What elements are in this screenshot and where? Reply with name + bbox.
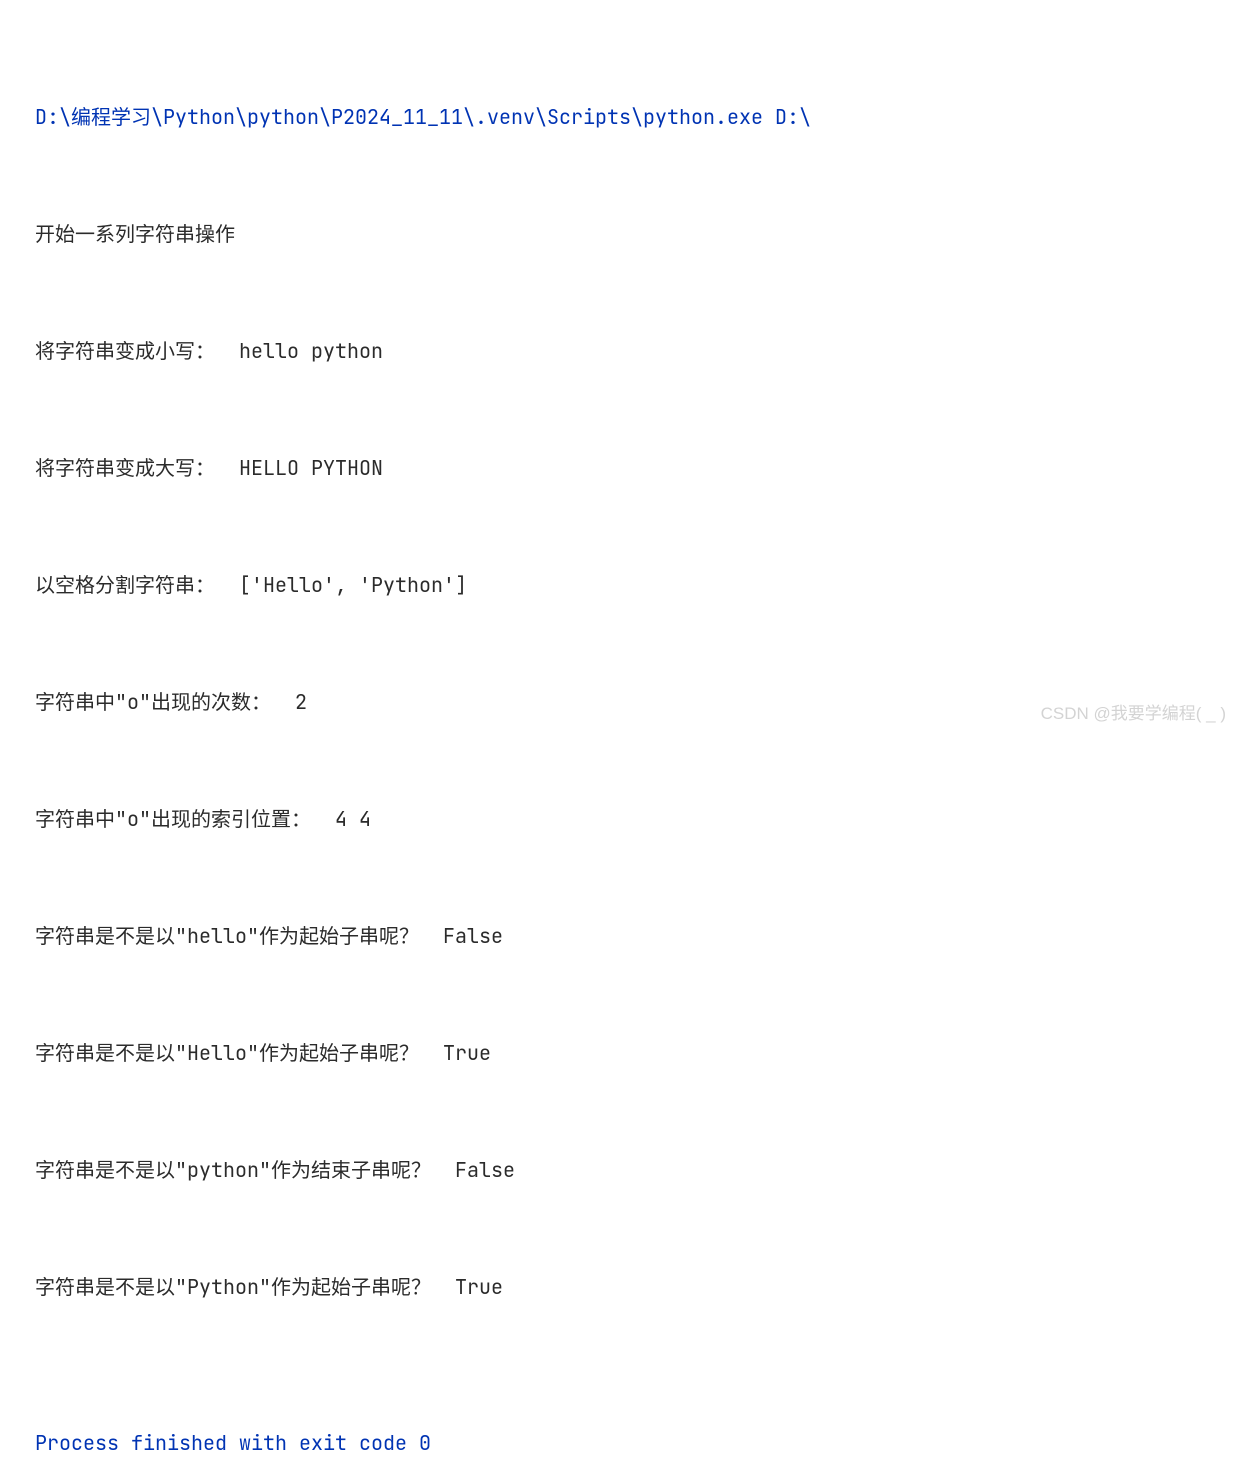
output-line-6: 字符串中"o"出现的索引位置： 4 4 xyxy=(35,800,1221,839)
output-line-3: 将字符串变成大写： HELLO PYTHON xyxy=(35,449,1221,488)
console-output: D:\编程学习\Python\python\P2024_11_11\.venv\… xyxy=(35,20,1221,1480)
output-line-9: 字符串是不是以"python"作为结束子串呢？ False xyxy=(35,1151,1221,1190)
output-line-2: 将字符串变成小写： hello python xyxy=(35,332,1221,371)
watermark-text: CSDN @我要学编程( _ ) xyxy=(1041,697,1226,730)
output-line-8: 字符串是不是以"Hello"作为起始子串呢？ True xyxy=(35,1034,1221,1073)
output-line-10: 字符串是不是以"Python"作为起始子串呢？ True xyxy=(35,1268,1221,1307)
process-finished-line: Process finished with exit code 0 xyxy=(35,1424,1221,1463)
execution-path-line: D:\编程学习\Python\python\P2024_11_11\.venv\… xyxy=(35,98,1221,137)
output-line-1: 开始一系列字符串操作 xyxy=(35,215,1221,254)
output-line-7: 字符串是不是以"hello"作为起始子串呢？ False xyxy=(35,917,1221,956)
output-line-4: 以空格分割字符串： ['Hello', 'Python'] xyxy=(35,566,1221,605)
